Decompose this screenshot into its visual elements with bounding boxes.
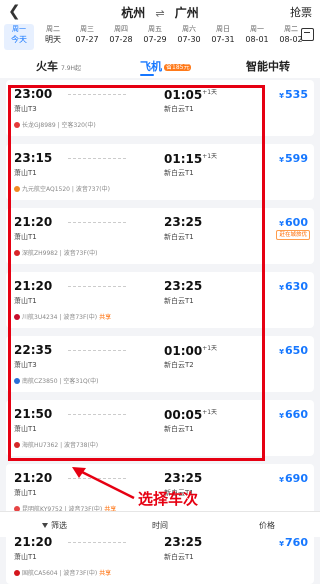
date-item[interactable]: 周四 07-28 [106, 24, 136, 50]
arrival-time: 23:25 [164, 535, 202, 549]
swap-icon[interactable]: ⇌ [155, 7, 164, 20]
arrival-city: 广州 [174, 6, 199, 20]
grab-ticket-button[interactable]: 抢票 [290, 4, 312, 20]
yen-icon: ¥ [279, 92, 285, 100]
date-item[interactable]: 周一 今天 [4, 24, 34, 50]
airline-info: 国航CA5604 | 波音73F(中) 共享 [14, 568, 111, 577]
annotation-arrow-icon [72, 467, 135, 500]
highlight-box [8, 85, 265, 461]
date-weekday: 周六 [182, 25, 196, 33]
sort-time-button[interactable]: 时间 [152, 520, 168, 531]
date-item[interactable]: 周五 07-29 [140, 24, 170, 50]
tab-transfer-label: 智能中转 [246, 60, 290, 73]
tab-train[interactable]: 火车 7.9H起 [36, 58, 81, 74]
date-item[interactable]: 周二 08-02 [276, 24, 306, 50]
price-value: 630 [285, 280, 308, 293]
active-tab-indicator [140, 74, 154, 76]
route-title[interactable]: 杭州 ⇌ 广州 [0, 4, 320, 21]
price: ¥650 [279, 344, 308, 357]
tab-transfer[interactable]: 智能中转 [246, 58, 290, 74]
annotation-label: 选择车次 [138, 490, 199, 508]
date-weekday: 周五 [148, 25, 162, 33]
yen-icon: ¥ [279, 540, 285, 548]
date-selector: 周一 今天 周二 明天 周三 07-27 周四 07-28 周五 07-29 周六 07-30 周日 07… [0, 22, 320, 52]
tab-flight-badge: 省185元 [164, 64, 192, 71]
date-weekday: 周三 [80, 25, 94, 33]
tab-train-label: 火车 [36, 60, 58, 73]
filter-icon [42, 523, 48, 528]
price-value: 600 [285, 216, 308, 229]
arrival-time-value: 23:25 [164, 535, 203, 549]
arrival-time: 23:25 [164, 471, 202, 485]
filter-label: 筛选 [51, 521, 67, 530]
bottom-toolbar: 筛选 时间 价格 [0, 511, 320, 537]
sort-price-button[interactable]: 价格 [259, 520, 275, 531]
date-value: 08-01 [245, 35, 269, 44]
date-weekday: 周日 [216, 25, 230, 33]
yen-icon: ¥ [279, 156, 285, 164]
tab-flight[interactable]: 飞机 省185元 [140, 58, 192, 74]
yen-icon: ¥ [279, 284, 285, 292]
date-value: 07-30 [177, 35, 201, 44]
date-value: 07-27 [75, 35, 99, 44]
date-value: 07-31 [211, 35, 235, 44]
yen-icon: ¥ [279, 220, 285, 228]
departure-time: 21:20 [14, 535, 53, 549]
date-weekday: 周四 [114, 25, 128, 33]
price: ¥535 [279, 88, 308, 101]
date-weekday: 周一 [12, 25, 26, 33]
date-value: 07-28 [109, 35, 133, 44]
date-value: 今天 [11, 35, 27, 44]
date-value: 07-29 [143, 35, 167, 44]
airline-logo-icon [14, 570, 20, 576]
departure-time: 21:20 [14, 471, 53, 485]
price-tag: 赶在城旅优 [276, 230, 310, 240]
price: ¥599 [279, 152, 308, 165]
date-weekday: 周二 [284, 25, 298, 33]
price-value: 535 [285, 88, 308, 101]
date-item[interactable]: 周六 07-30 [174, 24, 204, 50]
tab-flight-label: 飞机 [140, 60, 162, 73]
date-item[interactable]: 周一 08-01 [242, 24, 272, 50]
price: ¥600 [279, 216, 308, 229]
date-item[interactable]: 周二 明天 [38, 24, 68, 50]
codeshare-badge: 共享 [99, 570, 112, 577]
price: ¥660 [279, 408, 308, 421]
date-value: 明天 [45, 35, 61, 44]
route-line [68, 542, 126, 543]
price-value: 690 [285, 472, 308, 485]
arrival-airport: 新白云T1 [164, 553, 194, 561]
departure-airport: 萧山T1 [14, 489, 37, 497]
tab-train-sub: 7.9H起 [61, 65, 82, 72]
price: ¥760 [279, 536, 308, 549]
yen-icon: ¥ [279, 476, 285, 484]
price-value: 660 [285, 408, 308, 421]
filter-button[interactable]: 筛选 [42, 520, 67, 531]
yen-icon: ¥ [279, 412, 285, 420]
departure-city: 杭州 [121, 6, 146, 20]
departure-airport: 萧山T1 [14, 553, 37, 561]
price: ¥690 [279, 472, 308, 485]
price-value: 599 [285, 152, 308, 165]
date-value: 08-02 [279, 35, 303, 44]
top-bar: ❮ 杭州 ⇌ 广州 抢票 [0, 0, 320, 22]
date-item[interactable]: 周日 07-31 [208, 24, 238, 50]
date-weekday: 周一 [250, 25, 264, 33]
yen-icon: ¥ [279, 348, 285, 356]
date-weekday: 周二 [46, 25, 60, 33]
transport-tabs: 火车 7.9H起 飞机 省185元 智能中转 [0, 52, 320, 78]
price-value: 650 [285, 344, 308, 357]
price-value: 760 [285, 536, 308, 549]
airline-text: 国航CA5604 | 波音73F(中) [22, 570, 98, 577]
arrival-time-value: 23:25 [164, 471, 203, 485]
price: ¥630 [279, 280, 308, 293]
date-item[interactable]: 周三 07-27 [72, 24, 102, 50]
